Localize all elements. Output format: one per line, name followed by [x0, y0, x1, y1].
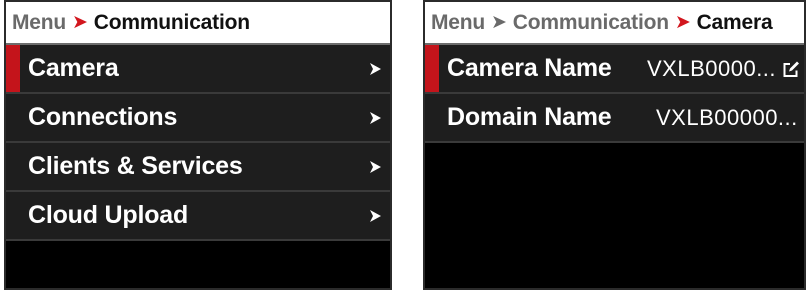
chevron-right-icon	[370, 111, 381, 124]
breadcrumb-menu[interactable]: Menu	[431, 11, 485, 35]
menu-item-label: Cloud Upload	[28, 201, 189, 229]
communication-menu-panel: Menu ➤ Communication Camera Connections …	[4, 0, 392, 290]
breadcrumb-current: Communication	[93, 10, 250, 34]
setting-domain-name[interactable]: Domain Name VXLB00000...	[425, 94, 804, 143]
menu-item-clients-services[interactable]: Clients & Services	[6, 143, 390, 192]
chevron-right-icon	[370, 62, 381, 75]
breadcrumb-communication[interactable]: Communication	[513, 11, 669, 35]
setting-label: Camera Name	[447, 54, 612, 82]
menu-item-label: Clients & Services	[28, 152, 243, 180]
breadcrumb-separator-icon: ➤	[674, 12, 691, 33]
breadcrumb: Menu ➤ Communication ➤ Camera	[425, 2, 804, 45]
breadcrumb-separator-icon: ➤	[491, 12, 507, 33]
menu-item-cloud-upload[interactable]: Cloud Upload	[6, 192, 390, 241]
selection-indicator	[6, 45, 20, 92]
breadcrumb-current: Camera	[696, 10, 773, 34]
breadcrumb-separator-icon: ➤	[72, 12, 88, 33]
menu-item-label: Camera	[28, 54, 119, 82]
setting-value: VXLB0000...	[647, 55, 777, 81]
chevron-right-icon	[370, 160, 381, 173]
breadcrumb-menu[interactable]: Menu	[12, 11, 66, 35]
setting-label: Domain Name	[447, 103, 612, 131]
settings-list: Camera Name VXLB0000... Domain Name VXLB…	[425, 45, 804, 143]
menu-item-label: Connections	[28, 103, 178, 131]
edit-icon[interactable]	[783, 60, 800, 77]
menu-item-camera[interactable]: Camera	[6, 45, 390, 94]
breadcrumb: Menu ➤ Communication	[6, 2, 390, 45]
menu-list: Camera Connections Clients & Services Cl…	[6, 45, 390, 241]
camera-settings-panel: Menu ➤ Communication ➤ Camera Camera Nam…	[423, 0, 806, 290]
selection-indicator	[425, 45, 439, 92]
chevron-right-icon	[370, 209, 381, 222]
setting-value: VXLB00000...	[656, 104, 798, 130]
setting-camera-name[interactable]: Camera Name VXLB0000...	[425, 45, 804, 94]
menu-item-connections[interactable]: Connections	[6, 94, 390, 143]
